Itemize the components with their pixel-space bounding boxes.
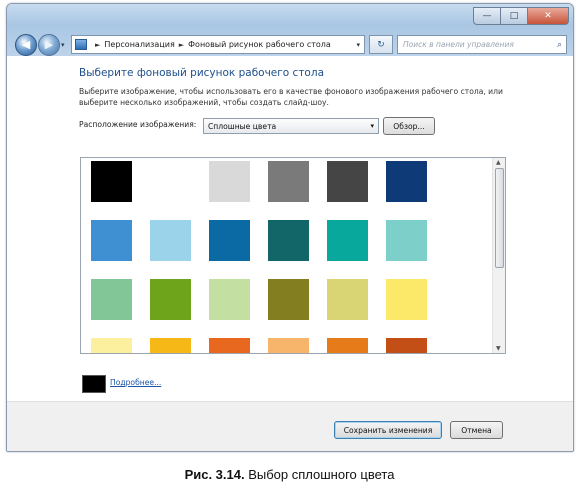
minimize-button[interactable]: — [473, 7, 501, 25]
chevron-down-icon: ▾ [370, 122, 374, 130]
scroll-up-icon[interactable]: ▲ [496, 159, 501, 166]
refresh-icon: ↻ [377, 39, 385, 50]
save-changes-button[interactable]: Сохранить изменения [334, 421, 442, 439]
recent-pages-dropdown[interactable]: ▾ [61, 41, 65, 49]
refresh-button[interactable]: ↻ [369, 35, 393, 54]
breadcrumb-separator-icon: ► [95, 40, 101, 49]
picture-location-select[interactable]: Сплошные цвета ▾ [203, 118, 379, 134]
color-swatch[interactable] [386, 220, 427, 261]
back-button[interactable]: ◀ [15, 34, 37, 56]
color-swatch[interactable] [150, 220, 191, 261]
color-swatch[interactable] [209, 220, 250, 261]
picture-location-label: Расположение изображения: [79, 120, 197, 129]
picture-location-value: Сплошные цвета [208, 121, 277, 131]
control-panel-icon [75, 39, 87, 50]
color-swatch[interactable] [91, 279, 132, 320]
figure-caption: Рис. 3.14. Выбор сплошного цвета [0, 467, 579, 482]
selected-color-preview[interactable] [82, 375, 106, 393]
color-swatch[interactable] [91, 161, 132, 202]
more-colors-link[interactable]: Подробнее... [110, 378, 161, 387]
breadcrumb-desktop-background[interactable]: Фоновый рисунок рабочего стола [188, 40, 331, 49]
color-swatch[interactable] [268, 279, 309, 320]
search-placeholder: Поиск в панели управления [403, 40, 514, 49]
color-swatch[interactable] [209, 161, 250, 202]
caption-buttons: — □ ✕ [473, 7, 569, 25]
color-swatch[interactable] [327, 279, 368, 320]
color-swatch[interactable] [386, 338, 427, 353]
address-dropdown-icon[interactable]: ▾ [356, 41, 360, 49]
color-swatch[interactable] [386, 161, 427, 202]
color-swatch[interactable] [327, 161, 368, 202]
vertical-scrollbar[interactable]: ▲ ▼ [492, 158, 505, 353]
breadcrumb-separator-icon: ► [178, 40, 185, 49]
page-title: Выберите фоновый рисунок рабочего стола [79, 67, 325, 79]
color-swatch[interactable] [268, 161, 309, 202]
color-swatch[interactable] [150, 279, 191, 320]
breadcrumb-personalization[interactable]: Персонализация [104, 40, 174, 49]
forward-button[interactable]: ▶ [38, 34, 60, 56]
color-swatch[interactable] [150, 338, 191, 353]
page-description: Выберите изображение, чтобы использовать… [79, 87, 503, 107]
color-swatch[interactable] [91, 338, 132, 353]
cancel-button[interactable]: Отмена [450, 421, 503, 439]
color-swatch[interactable] [91, 220, 132, 261]
close-button[interactable]: ✕ [528, 7, 569, 25]
title-bar: — □ ✕ ◀ ▶ ▾ ► Персонализация ► Фоновый р… [7, 4, 573, 56]
control-panel-window: — □ ✕ ◀ ▶ ▾ ► Персонализация ► Фоновый р… [6, 3, 574, 452]
color-swatch[interactable] [327, 338, 368, 353]
color-swatch[interactable] [327, 220, 368, 261]
figure-caption-text: Выбор сплошного цвета [244, 467, 395, 482]
search-icon[interactable]: ⌕ [557, 40, 562, 50]
main-content: Выберите фоновый рисунок рабочего стола … [7, 56, 573, 401]
scroll-down-icon[interactable]: ▼ [496, 345, 501, 352]
scrollbar-thumb[interactable] [495, 168, 504, 268]
color-swatch[interactable] [209, 279, 250, 320]
color-swatch[interactable] [386, 279, 427, 320]
color-swatch-list: ▲ ▼ [80, 157, 506, 354]
color-swatch[interactable] [268, 338, 309, 353]
color-swatch[interactable] [268, 220, 309, 261]
color-swatch[interactable] [150, 161, 191, 202]
browse-button[interactable]: Обзор... [383, 117, 435, 135]
navigation-bar: ◀ ▶ ▾ ► Персонализация ► Фоновый рисунок… [7, 32, 573, 56]
address-bar[interactable]: ► Персонализация ► Фоновый рисунок рабоч… [71, 35, 365, 54]
figure-number: Рис. 3.14. [184, 467, 245, 482]
search-input[interactable]: Поиск в панели управления ⌕ [397, 35, 567, 54]
swatch-grid [91, 161, 427, 353]
maximize-button[interactable]: □ [501, 7, 528, 25]
dialog-footer: Сохранить изменения Отмена [7, 401, 573, 451]
color-swatch[interactable] [209, 338, 250, 353]
